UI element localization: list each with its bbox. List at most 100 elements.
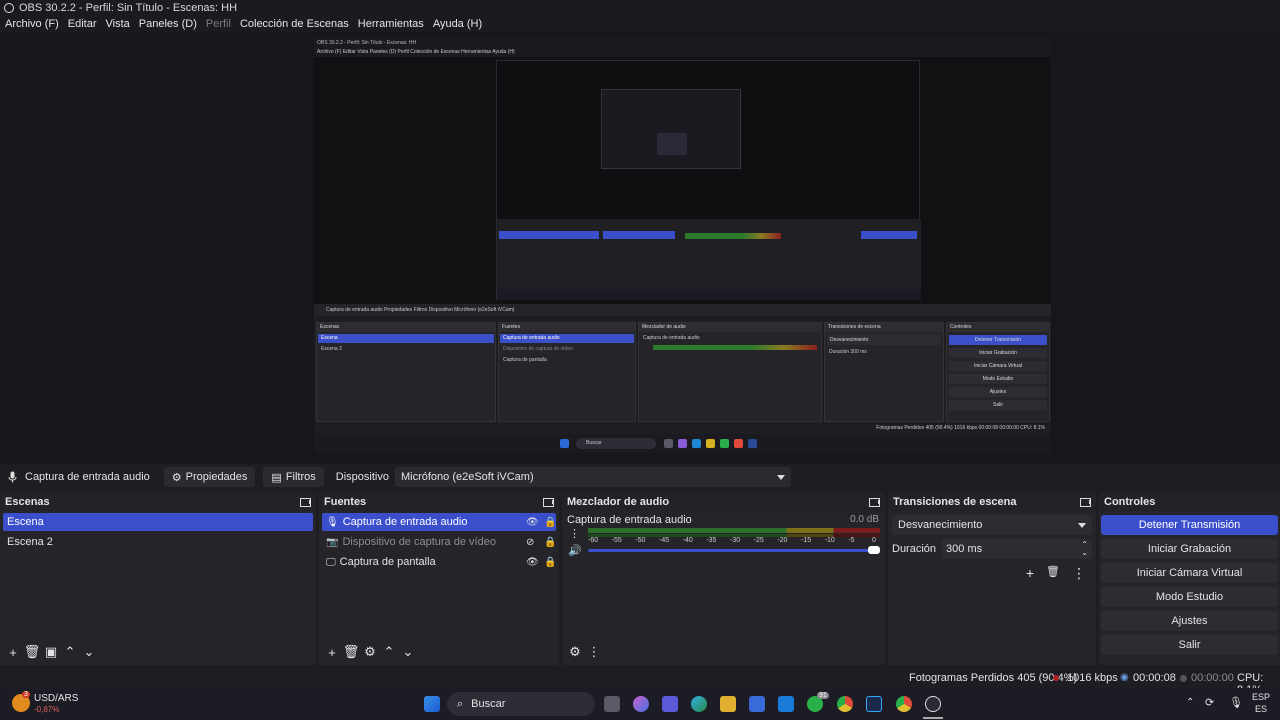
filters-icon[interactable]: ▣ — [42, 644, 60, 660]
source-name: Captura de entrada audio — [8, 471, 150, 483]
scene-item[interactable]: Escena 2 — [3, 533, 313, 551]
source-item[interactable]: 📷 Dispositivo de captura de vídeo ⊘ 🔒 — [322, 533, 556, 551]
move-down-icon[interactable]: ⌄ — [399, 644, 417, 660]
trash-icon[interactable]: 🗑 — [1046, 565, 1060, 582]
eye-hidden-icon[interactable]: ⊘ — [526, 537, 534, 548]
move-down-icon[interactable]: ⌄ — [80, 644, 98, 660]
search-icon: ⌕ — [457, 697, 464, 710]
sync-icon[interactable]: ⟳ — [1205, 696, 1214, 709]
stepper-icon[interactable]: ⌃ ⌄ — [1081, 541, 1088, 557]
filters-button[interactable]: ▤ Filtros — [263, 467, 324, 487]
duration-row: Duración 300 ms ⌃ ⌄ — [892, 539, 1092, 559]
device-select[interactable]: Micrófono (e2eSoft iVCam) — [394, 467, 791, 487]
source-item[interactable]: 🖵 Captura de pantalla 👁 🔒 — [322, 553, 556, 571]
filters-label: Filtros — [285, 471, 316, 483]
mixer-toolbar: ⚙ ⋮ — [562, 643, 885, 661]
mixer-title: Mezclador de audio — [567, 496, 670, 508]
move-up-icon[interactable]: ⌃ — [61, 644, 79, 660]
file-explorer-icon[interactable] — [720, 696, 736, 712]
copilot-icon[interactable] — [633, 696, 649, 712]
lock-icon[interactable]: 🔒 — [544, 537, 556, 548]
stop-stream-button[interactable]: Detener Transmisión — [1101, 515, 1278, 535]
kebab-menu-icon[interactable]: ⋮ — [585, 644, 603, 660]
task-view-icon[interactable] — [604, 696, 620, 712]
preview-src-2: Dispositivo de captura de vídeo — [503, 346, 573, 352]
add-icon[interactable]: + — [323, 644, 341, 660]
obs-icon[interactable] — [925, 696, 941, 712]
menu-herramientas[interactable]: Herramientas — [358, 18, 424, 30]
eye-icon[interactable]: 👁 — [526, 517, 539, 528]
kebab-menu-icon[interactable]: ⋮ — [1072, 565, 1086, 582]
menu-perfil[interactable]: Perfil — [206, 18, 231, 30]
windows-start-icon[interactable] — [424, 696, 440, 712]
undock-icon[interactable] — [869, 497, 880, 507]
lang-code[interactable]: ESP — [1252, 692, 1270, 702]
menu-editar[interactable]: Editar — [68, 18, 97, 30]
preview-nested-meter — [685, 233, 781, 239]
menu-ayuda[interactable]: Ayuda (H) — [433, 18, 482, 30]
ticker-name[interactable]: USD/ARS — [34, 693, 78, 704]
move-up-icon[interactable]: ⌃ — [380, 644, 398, 660]
eye-icon[interactable]: 👁 — [526, 557, 539, 568]
taskbar-search[interactable]: ⌕ Buscar — [447, 692, 595, 716]
mixer-channel: Captura de entrada audio 0.0 dB ⋮ -60 -55… — [562, 511, 885, 557]
lock-icon[interactable]: 🔒 — [544, 557, 556, 568]
scene-item[interactable]: Escena — [3, 513, 313, 531]
preview-search: Buscar — [576, 438, 656, 449]
preview-canvas[interactable]: OBS 30.2.2 - Perfil: Sin Título - Escena… — [314, 38, 1051, 453]
preview-scene-1: Escena — [318, 334, 494, 343]
chrome-profile-icon[interactable] — [896, 696, 912, 712]
menu-paneles[interactable]: Paneles (D) — [139, 18, 197, 30]
trash-icon[interactable]: 🗑 — [342, 644, 360, 660]
volume-slider[interactable] — [588, 549, 878, 552]
add-icon[interactable]: + — [1026, 565, 1034, 582]
gears-icon[interactable]: ⚙ — [566, 644, 584, 660]
mail-icon[interactable] — [778, 696, 794, 712]
undock-icon[interactable] — [1080, 497, 1091, 507]
preview-scenes: Escenas Escena Escena 2 — [316, 322, 496, 422]
kebab-menu-icon[interactable]: ⋮ — [569, 527, 580, 540]
lock-icon[interactable]: 🔒 — [544, 517, 556, 528]
undock-icon[interactable] — [543, 497, 554, 507]
gear-icon[interactable]: ⚙ — [361, 644, 379, 660]
add-icon[interactable]: + — [4, 644, 22, 660]
volume-meter — [588, 528, 880, 533]
duration-spinbox[interactable]: 300 ms ⌃ ⌄ — [942, 539, 1092, 559]
trash-icon[interactable]: 🗑 — [23, 644, 41, 660]
microphone-icon[interactable]: 🎙 — [1229, 696, 1243, 709]
photoshop-icon[interactable] — [866, 696, 882, 712]
transition-tools: + 🗑 ⋮ — [888, 565, 1086, 582]
properties-button[interactable]: ⚙ Propiedades — [163, 467, 256, 487]
taskbar-search-label: Buscar — [471, 698, 506, 710]
start-virtual-cam-button[interactable]: Iniciar Cámara Virtual — [1101, 563, 1278, 583]
studio-mode-button[interactable]: Modo Estudio — [1101, 587, 1278, 607]
exit-button[interactable]: Salir — [1101, 635, 1278, 655]
stream-health-icon — [1053, 675, 1059, 681]
undock-icon[interactable] — [300, 497, 311, 507]
preview-scenes-header: Escenas — [317, 323, 495, 332]
transition-select[interactable]: Desvanecimiento — [892, 515, 1092, 535]
sources-header: Fuentes — [319, 493, 559, 511]
speaker-icon[interactable]: 🔊 — [568, 544, 582, 557]
source-item-label: Dispositivo de captura de vídeo — [342, 536, 496, 548]
edge-icon[interactable] — [691, 696, 707, 712]
meter-tick-label: -15 — [801, 537, 812, 544]
menu-archivo[interactable]: Archivo (F) — [5, 18, 59, 30]
store-icon[interactable] — [749, 696, 765, 712]
controls-dock: Controles Detener Transmisión Iniciar Gr… — [1099, 493, 1280, 665]
dropped-frames: Fotogramas Perdidos 405 (90.4%) — [909, 672, 1078, 684]
chevron-up-icon[interactable]: ⌃ — [1186, 697, 1194, 708]
preview-ctrl-exit: Salir — [949, 400, 1047, 410]
preview-transitions: Transiciones de escena Desvanecimiento D… — [824, 322, 944, 422]
source-item[interactable]: 🎙 Captura de entrada audio 👁 🔒 — [322, 513, 556, 531]
settings-button[interactable]: Ajustes — [1101, 611, 1278, 631]
menu-coleccion-escenas[interactable]: Colección de Escenas — [240, 18, 349, 30]
chrome-icon[interactable] — [837, 696, 853, 712]
menu-vista[interactable]: Vista — [106, 18, 130, 30]
volume-slider-handle[interactable] — [868, 546, 880, 554]
start-recording-button[interactable]: Iniciar Grabación — [1101, 539, 1278, 559]
scenes-header: Escenas — [0, 493, 316, 511]
teams-icon[interactable] — [662, 696, 678, 712]
camera-icon: 📷 — [326, 536, 339, 548]
preview-tb-icon-7 — [748, 439, 757, 448]
